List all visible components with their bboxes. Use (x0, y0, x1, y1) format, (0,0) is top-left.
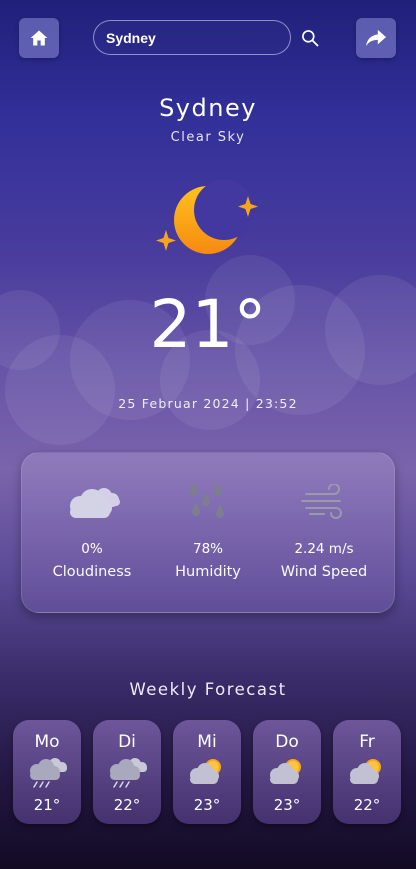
forecast-day-name: Di (118, 732, 136, 752)
search-field[interactable] (93, 20, 291, 55)
forecast-day-name: Fr (359, 732, 375, 752)
raindrops-icon (190, 482, 224, 518)
sun-cloud-icon (185, 755, 229, 789)
forecast-day-temp: 23° (193, 796, 221, 814)
moon-stars-icon (156, 180, 258, 254)
forecast-day-name: Mo (34, 732, 60, 752)
search-button[interactable] (300, 28, 322, 50)
rain-cloud-icon (25, 755, 69, 789)
cloudiness-value: 0% (81, 541, 103, 557)
forecast-day-name: Do (275, 732, 299, 752)
home-button[interactable] (19, 18, 59, 58)
stat-cloudiness: 0% Cloudiness (30, 477, 154, 580)
wind-icon (301, 484, 342, 519)
stat-wind-speed: 2.24 m/s Wind Speed (262, 477, 386, 580)
cloudiness-label: Cloudiness (52, 564, 132, 580)
forecast-day-card[interactable]: Mi 23° (173, 720, 241, 824)
forecast-day-temp: 22° (113, 796, 141, 814)
forecast-day-card[interactable]: Fr 22° (333, 720, 401, 824)
weather-condition: Clear Sky (170, 130, 246, 145)
stat-humidity: 78% Humidity (146, 477, 270, 580)
forecast-day-card[interactable]: Mo 21° (13, 720, 81, 824)
forecast-day-card[interactable]: Di 22° (93, 720, 161, 824)
weekly-forecast-title: Weekly Forecast (129, 680, 287, 699)
humidity-value: 78% (192, 541, 223, 557)
search-icon (302, 30, 319, 47)
home-icon (30, 30, 48, 46)
cloud-icon (70, 488, 120, 518)
forecast-day-temp: 23° (273, 796, 301, 814)
current-temperature: 21° (149, 286, 267, 363)
weather-stats-card: 0% Cloudiness 78% Humidity 2.24 m/s Wind… (21, 452, 395, 613)
share-button[interactable] (356, 18, 396, 58)
humidity-label: Humidity (175, 564, 241, 580)
rain-cloud-icon (105, 755, 149, 789)
forecast-day-temp: 21° (33, 796, 61, 814)
forecast-day-temp: 22° (353, 796, 381, 814)
wind-speed-label: Wind Speed (280, 564, 368, 580)
sun-cloud-icon (345, 755, 389, 789)
wind-speed-value: 2.24 m/s (294, 541, 354, 557)
city-name: Sydney (159, 94, 257, 122)
share-arrow-icon (366, 29, 386, 47)
forecast-day-card[interactable]: Do 23° (253, 720, 321, 824)
search-input[interactable] (94, 21, 290, 54)
forecast-day-name: Mi (197, 732, 217, 752)
date-time: 25 Februar 2024 | 23:52 (118, 396, 298, 411)
sun-cloud-icon (265, 755, 309, 789)
